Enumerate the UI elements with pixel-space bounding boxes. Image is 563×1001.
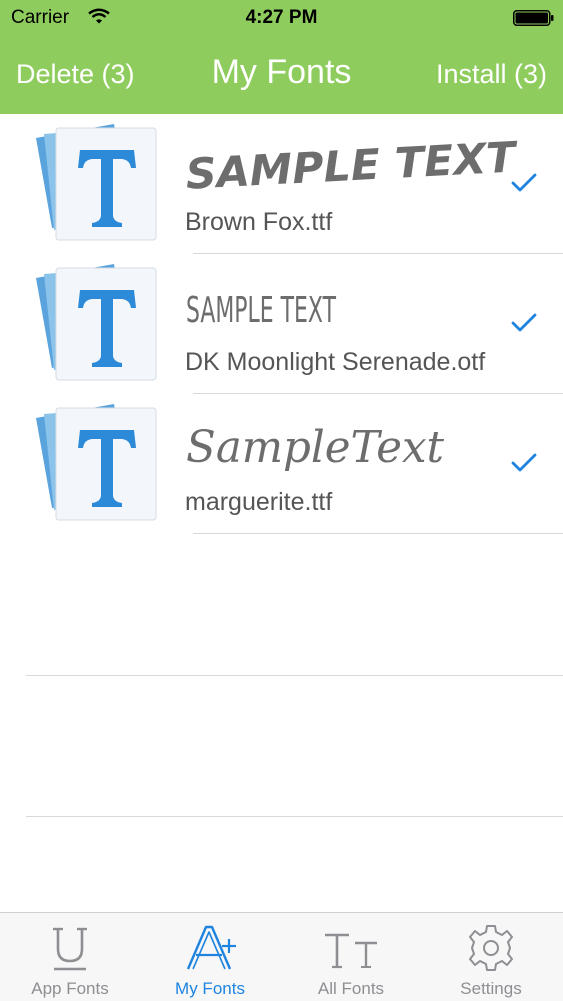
font-filename: Brown Fox.ttf [185,208,333,236]
checkmark-icon [511,313,537,332]
font-add-icon [186,925,236,970]
text-size-icon [325,933,377,969]
underline-u-icon [53,927,87,971]
checkmark-icon [511,173,537,192]
font-preview: SAMPLE TEXT [185,134,521,198]
font-preview-text: SampleText [186,422,444,473]
status-bar: Carrier 4:27 PM [0,0,563,36]
checkmark-icon [511,453,537,472]
navigation-bar: Delete (3) My Fonts Install (3) [0,36,563,114]
empty-row-separator [26,816,563,817]
tab-label: Settings [460,979,522,998]
tab-my-fonts[interactable]: My Fonts [140,913,280,1001]
install-button[interactable]: Install (3) [436,59,547,90]
clock-time: 4:27 PM [245,7,318,28]
font-preview: SAMPLE TEXT [186,290,337,331]
tab-settings[interactable]: Settings [421,913,561,1001]
font-filename: DK Moonlight Serenade.otf [185,348,486,376]
tab-bar: App Fonts My Fonts All Fonts Settings [0,912,563,1001]
tab-all-fonts[interactable]: All Fonts [281,913,421,1001]
font-row[interactable]: SampleText marguerite.ttf [0,394,563,534]
font-file-icon [36,124,157,241]
font-file-icon [36,404,157,521]
empty-row-separator [26,675,563,676]
font-preview-text: SAMPLE TEXT [185,134,521,198]
font-row[interactable]: SAMPLE TEXT DK Moonlight Serenade.otf [0,254,563,394]
font-filename: marguerite.ttf [185,488,333,516]
font-preview: SampleText [186,422,444,473]
tab-label: App Fonts [31,979,109,998]
tab-label: My Fonts [175,979,245,998]
font-file-icon [36,264,157,381]
font-row[interactable]: SAMPLE TEXT Brown Fox.ttf [0,114,563,254]
tab-label: All Fonts [317,979,385,998]
tab-app-fonts[interactable]: App Fonts [0,913,140,1001]
gear-icon [469,925,513,971]
font-preview-text: SAMPLE TEXT [186,290,337,331]
row-separator [193,533,563,534]
battery-icon [513,10,554,26]
